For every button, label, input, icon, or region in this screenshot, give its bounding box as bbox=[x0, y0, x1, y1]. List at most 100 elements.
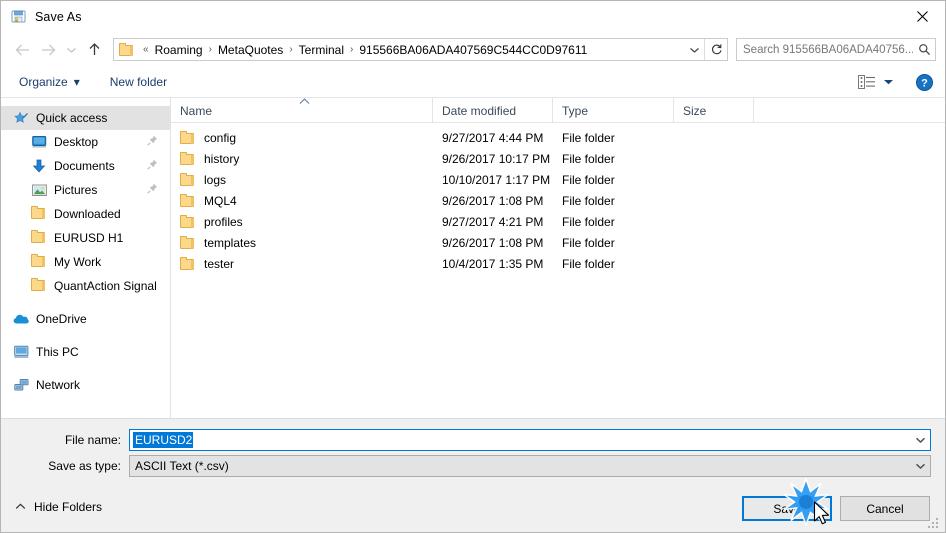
file-size-cell bbox=[674, 148, 754, 169]
sidebar-item-quick-access[interactable]: Quick access bbox=[1, 106, 170, 130]
folder-icon bbox=[180, 236, 196, 249]
network-icon bbox=[13, 377, 29, 393]
chevron-up-icon bbox=[15, 502, 26, 513]
view-layout-icon[interactable] bbox=[858, 75, 876, 89]
pin-icon[interactable] bbox=[147, 183, 158, 197]
save-button[interactable]: Save bbox=[742, 496, 832, 521]
save-form: File name: EURUSD2 Save as type: ASCII T… bbox=[1, 418, 945, 486]
file-size-cell bbox=[674, 232, 754, 253]
breadcrumb-separator: › bbox=[208, 44, 212, 55]
new-folder-button[interactable]: New folder bbox=[104, 70, 173, 94]
folder-icon bbox=[180, 215, 196, 228]
folder-icon bbox=[180, 131, 196, 144]
sidebar-item-my-work[interactable]: My Work bbox=[1, 250, 170, 274]
sidebar-item-documents[interactable]: Documents bbox=[1, 154, 170, 178]
arrow-left-icon[interactable] bbox=[9, 37, 35, 63]
breadcrumb-separator: › bbox=[350, 44, 354, 55]
sidebar-item-pictures[interactable]: Pictures bbox=[1, 178, 170, 202]
file-date-cell: 9/26/2017 1:08 PM bbox=[442, 235, 544, 250]
save-as-type-select[interactable]: ASCII Text (*.csv) bbox=[129, 455, 931, 477]
sidebar-item-eurusd-h1[interactable]: EURUSD H1 bbox=[1, 226, 170, 250]
search-input[interactable]: Search 915566BA06ADA40756... bbox=[736, 38, 936, 61]
file-date-cell: 10/10/2017 1:17 PM bbox=[442, 172, 551, 187]
sidebar-item-label: Pictures bbox=[54, 183, 98, 197]
file-name-text: tester bbox=[204, 256, 235, 271]
file-name-cell: profiles bbox=[171, 211, 433, 232]
sidebar-item-label: EURUSD H1 bbox=[54, 231, 124, 245]
sidebar-item-label: Network bbox=[36, 378, 81, 392]
file-name-chevron-down-icon[interactable] bbox=[911, 436, 930, 444]
file-date-cell: 9/26/2017 1:08 PM bbox=[442, 193, 544, 208]
sidebar-item-label: Desktop bbox=[54, 135, 99, 149]
table-row[interactable]: history 9/26/2017 10:17 PM File folder bbox=[171, 148, 945, 169]
toolbar-right-group: ? bbox=[858, 73, 933, 91]
hide-folders-button[interactable]: Hide Folders bbox=[15, 500, 102, 514]
title-bar: Save As bbox=[1, 1, 945, 32]
pin-icon[interactable] bbox=[147, 159, 158, 173]
breadcrumb-metaquotes[interactable]: MetaQuotes bbox=[216, 43, 285, 57]
sidebar-item-label: Quick access bbox=[36, 111, 108, 125]
column-header-type[interactable]: Type bbox=[553, 98, 674, 123]
address-leading-separator: « bbox=[143, 44, 149, 55]
sidebar-item-desktop[interactable]: Desktop bbox=[1, 130, 170, 154]
breadcrumb-separator: › bbox=[289, 44, 293, 55]
view-chevron-down-icon[interactable] bbox=[883, 73, 894, 91]
folder-icon bbox=[180, 257, 196, 270]
address-chevron-down-icon[interactable] bbox=[684, 46, 704, 54]
cancel-button[interactable]: Cancel bbox=[840, 496, 930, 521]
table-row[interactable]: config 9/27/2017 4:44 PM File folder bbox=[171, 127, 945, 148]
pin-icon[interactable] bbox=[147, 135, 158, 149]
file-name-value: EURUSD2 bbox=[133, 432, 194, 448]
file-type-cell: File folder bbox=[562, 151, 615, 166]
sidebar-item-label: Downloaded bbox=[54, 207, 121, 221]
sort-ascending-icon bbox=[299, 98, 310, 106]
folder-icon bbox=[31, 230, 47, 246]
desktop-icon bbox=[31, 134, 47, 150]
hide-folders-label: Hide Folders bbox=[34, 500, 103, 514]
help-icon[interactable]: ? bbox=[916, 73, 933, 91]
table-row[interactable]: tester 10/4/2017 1:35 PM File folder bbox=[171, 253, 945, 274]
file-type-cell: File folder bbox=[562, 193, 615, 208]
sidebar-item-this-pc[interactable]: This PC bbox=[1, 340, 170, 364]
file-type-cell: File folder bbox=[562, 235, 615, 250]
window-title: Save As bbox=[35, 9, 82, 24]
navigation-bar: « Roaming › MetaQuotes › Terminal › 9155… bbox=[1, 32, 945, 67]
table-row[interactable]: templates 9/26/2017 1:08 PM File folder bbox=[171, 232, 945, 253]
refresh-icon[interactable] bbox=[704, 39, 727, 60]
table-row[interactable]: profiles 9/27/2017 4:21 PM File folder bbox=[171, 211, 945, 232]
column-header-size[interactable]: Size bbox=[674, 98, 754, 123]
column-header-date-modified[interactable]: Date modified bbox=[433, 98, 553, 123]
sidebar-item-quantaction-signal[interactable]: QuantAction Signal bbox=[1, 274, 170, 298]
file-name-text: MQL4 bbox=[204, 193, 237, 208]
save-as-type-chevron-down-icon[interactable] bbox=[911, 462, 930, 470]
pictures-icon bbox=[31, 182, 47, 198]
table-row[interactable]: MQL4 9/26/2017 1:08 PM File folder bbox=[171, 190, 945, 211]
save-as-icon bbox=[11, 9, 27, 25]
file-name-cell: tester bbox=[171, 253, 433, 274]
arrow-right-icon[interactable] bbox=[35, 37, 61, 63]
recent-locations-chevron-down-icon[interactable] bbox=[61, 37, 81, 63]
documents-download-icon bbox=[31, 158, 47, 174]
sidebar-item-label: Documents bbox=[54, 159, 115, 173]
file-date-cell: 10/4/2017 1:35 PM bbox=[442, 256, 544, 271]
file-name-input[interactable]: EURUSD2 bbox=[129, 429, 931, 451]
file-list: Name Date modified Type Size config 9/27… bbox=[171, 98, 945, 418]
sidebar-item-onedrive[interactable]: OneDrive bbox=[1, 307, 170, 331]
close-icon[interactable] bbox=[899, 1, 945, 31]
file-size-cell bbox=[674, 169, 754, 190]
sidebar-item-network[interactable]: Network bbox=[1, 373, 170, 397]
file-type-cell: File folder bbox=[562, 172, 615, 187]
folder-icon bbox=[31, 254, 47, 270]
table-row[interactable]: logs 10/10/2017 1:17 PM File folder bbox=[171, 169, 945, 190]
breadcrumb-terminal-id[interactable]: 915566BA06ADA407569C544CC0D97611 bbox=[357, 43, 589, 57]
address-bar[interactable]: « Roaming › MetaQuotes › Terminal › 9155… bbox=[113, 38, 728, 61]
folder-icon bbox=[180, 194, 196, 207]
resize-grip[interactable] bbox=[928, 516, 941, 529]
sidebar-item-downloaded[interactable]: Downloaded bbox=[1, 202, 170, 226]
arrow-up-icon[interactable] bbox=[81, 37, 107, 63]
breadcrumb-roaming[interactable]: Roaming bbox=[153, 43, 205, 57]
breadcrumb-terminal[interactable]: Terminal bbox=[297, 43, 346, 57]
organize-button[interactable]: Organize ▾ bbox=[13, 70, 86, 94]
